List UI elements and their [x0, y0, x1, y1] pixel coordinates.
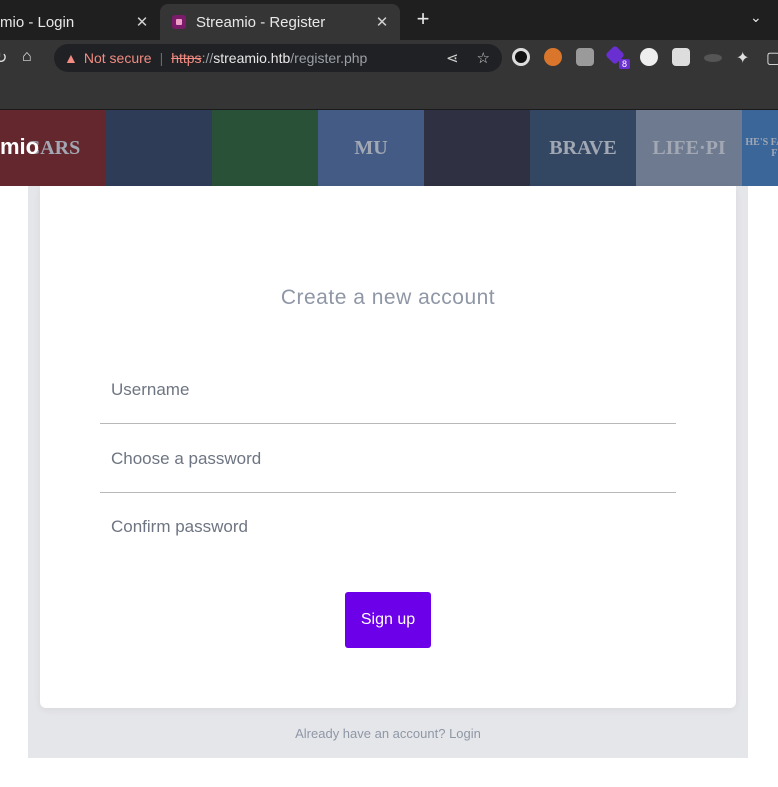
share-icon[interactable]: ⋖	[446, 49, 459, 67]
login-link[interactable]: Login	[449, 726, 481, 741]
bug-icon[interactable]	[576, 48, 594, 66]
extension-badge: 8	[619, 59, 631, 69]
tab-register[interactable]: Streamio - Register ✕	[160, 4, 400, 40]
streamio-favicon-icon	[172, 15, 186, 29]
close-icon[interactable]: ✕	[132, 13, 152, 31]
chevron-down-icon[interactable]: ⌄	[750, 9, 762, 26]
not-secure-label[interactable]: Not secure	[84, 50, 152, 66]
new-tab-icon[interactable]: +	[412, 8, 434, 30]
tab-login[interactable]: mio - Login ✕	[0, 4, 160, 40]
mask-icon[interactable]	[640, 48, 658, 66]
extension-icon[interactable]	[512, 48, 530, 66]
brand-logo[interactable]: mio	[0, 134, 39, 160]
password-input[interactable]	[100, 425, 676, 493]
shield-icon[interactable]	[672, 48, 690, 66]
signup-button[interactable]: Sign up	[345, 592, 431, 648]
reload-icon[interactable]: ↻	[0, 48, 7, 68]
window-icon[interactable]: ▢	[766, 48, 778, 68]
url-path: /register.php	[290, 50, 368, 66]
url-scheme: https	[171, 50, 202, 66]
register-container: Create a new account Sign up Already hav…	[28, 186, 748, 758]
puzzle-icon[interactable]: ✦	[736, 48, 749, 68]
url-separator: ://	[201, 50, 214, 66]
close-icon[interactable]: ✕	[372, 13, 392, 31]
hero-overlay	[0, 110, 778, 186]
home-icon[interactable]: ⌂	[22, 48, 32, 66]
page-title: Create a new account	[280, 286, 496, 309]
cookie-icon[interactable]	[544, 48, 562, 66]
hat-icon[interactable]	[704, 54, 722, 62]
divider: |	[159, 50, 164, 66]
url-host: streamio.htb	[213, 50, 291, 66]
web-page: CARSMUBRAVELIFE·PIHE'S FAST. THEY'RE FUR…	[0, 110, 778, 787]
username-input[interactable]	[100, 356, 676, 424]
register-card: Create a new account Sign up	[40, 186, 736, 708]
login-prompt: Already have an account? Login	[28, 726, 748, 741]
star-icon[interactable]: ☆	[477, 49, 490, 67]
tab-title: mio - Login	[0, 13, 75, 31]
address-bar[interactable]: ▲ Not secure | https://streamio.htb/regi…	[54, 44, 502, 72]
tab-title: Streamio - Register	[196, 13, 326, 31]
bookmark-bar	[0, 76, 778, 110]
login-prompt-text: Already have an account?	[295, 726, 446, 741]
warning-icon[interactable]: ▲	[64, 50, 78, 66]
browser-toolbar: ↻ ⌂ ▲ Not secure | https://streamio.htb /…	[0, 40, 778, 76]
confirm-password-input[interactable]	[100, 493, 676, 561]
browser-tab-bar: mio - Login ✕ Streamio - Register ✕ + ⌄	[0, 0, 778, 40]
